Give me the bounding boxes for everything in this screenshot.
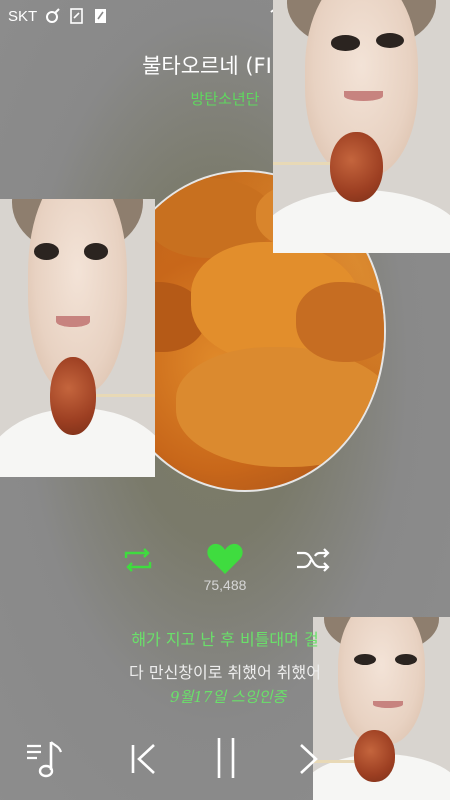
next-icon[interactable]: [295, 742, 327, 776]
repeat-icon[interactable]: [120, 546, 156, 574]
lyric-current-line[interactable]: 해가 지고 난 후 비틀대며 걸: [0, 626, 450, 650]
photo-sticker-left: [0, 199, 155, 477]
like-count: 75,488: [203, 577, 247, 593]
action-row: [0, 540, 450, 580]
notification-icon: [46, 8, 60, 23]
download-icon: [70, 8, 83, 24]
shuffle-icon[interactable]: [295, 546, 331, 574]
file-icon: [95, 9, 107, 23]
handwritten-signature: 9월17일 스잉인증: [170, 688, 287, 706]
pause-icon[interactable]: [210, 736, 242, 780]
previous-icon[interactable]: [128, 742, 160, 776]
photo-sticker-top-right: [273, 0, 450, 253]
playback-bar: [0, 730, 450, 790]
carrier-label: SKT: [8, 7, 38, 25]
lyric-next-line[interactable]: 다 만신창이로 취했어 취했어: [0, 659, 450, 683]
playlist-icon[interactable]: [25, 736, 65, 782]
heart-icon[interactable]: [206, 542, 244, 576]
